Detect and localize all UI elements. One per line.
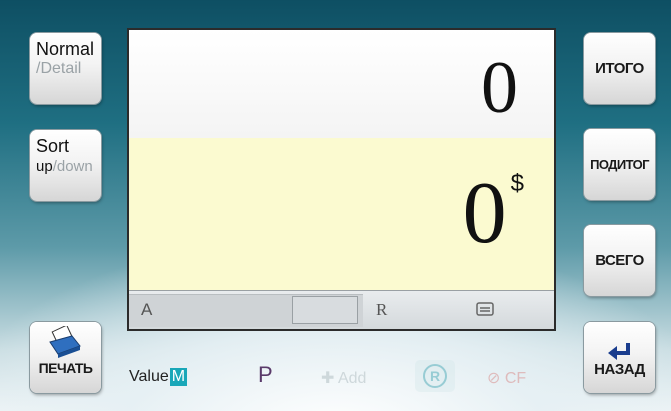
plus-icon: ✚ bbox=[321, 370, 338, 387]
mode-label-detail: /Detail bbox=[36, 60, 82, 77]
cancel-icon: ⊘ bbox=[487, 370, 505, 387]
amount-value: 0 bbox=[462, 165, 507, 262]
back-label: НАЗАД bbox=[594, 361, 645, 378]
r-button[interactable]: R bbox=[415, 360, 455, 392]
subtotal-label: ПОДИТОГ bbox=[590, 157, 649, 172]
value-mode[interactable]: Value M bbox=[129, 368, 188, 400]
display-screen: 0 0 $ A R bbox=[127, 28, 556, 331]
currency-symbol: $ bbox=[510, 170, 524, 197]
cf-button[interactable]: ⊘ CF bbox=[487, 368, 526, 400]
grand-total-button[interactable]: ВСЕГО bbox=[584, 225, 655, 296]
p-label: P bbox=[258, 362, 273, 387]
grand-total-label: ВСЕГО bbox=[595, 252, 644, 269]
value-label: Value bbox=[129, 368, 169, 385]
r-circle-icon: R bbox=[423, 364, 447, 388]
sort-up-label: up bbox=[36, 158, 53, 175]
total-label: ИТОГО bbox=[595, 60, 644, 77]
normal-detail-button[interactable]: Normal /Detail bbox=[30, 33, 101, 104]
cf-label: CF bbox=[504, 370, 527, 387]
batch-icon bbox=[475, 301, 495, 322]
amount-pane: 0 $ bbox=[129, 138, 554, 292]
sort-button[interactable]: Sort up/down bbox=[30, 130, 101, 201]
status-box bbox=[292, 296, 358, 324]
sort-direction: up/down bbox=[36, 158, 93, 175]
back-arrow-icon bbox=[606, 337, 634, 361]
sort-label: Sort bbox=[36, 136, 70, 156]
print-button[interactable]: ПЕЧАТЬ bbox=[30, 322, 101, 393]
printer-icon bbox=[30, 326, 101, 360]
total-button[interactable]: ИТОГО bbox=[584, 33, 655, 104]
count-pane: 0 bbox=[129, 30, 554, 139]
count-value: 0 bbox=[481, 47, 518, 129]
status-a-label: A bbox=[141, 300, 153, 319]
sort-down-label: /down bbox=[52, 158, 93, 175]
add-button[interactable]: ✚ Add bbox=[321, 368, 366, 400]
status-bar: A R bbox=[129, 290, 554, 329]
mode-label-normal: Normal bbox=[36, 39, 95, 59]
status-r-label: R bbox=[376, 300, 388, 319]
p-button[interactable]: P bbox=[258, 362, 273, 394]
amount-display: 0 $ bbox=[463, 164, 524, 264]
back-button[interactable]: НАЗАД bbox=[584, 322, 655, 393]
print-label: ПЕЧАТЬ bbox=[38, 360, 93, 376]
value-mode-badge: M bbox=[169, 368, 188, 386]
add-label: Add bbox=[337, 370, 367, 387]
subtotal-button[interactable]: ПОДИТОГ bbox=[584, 129, 655, 200]
